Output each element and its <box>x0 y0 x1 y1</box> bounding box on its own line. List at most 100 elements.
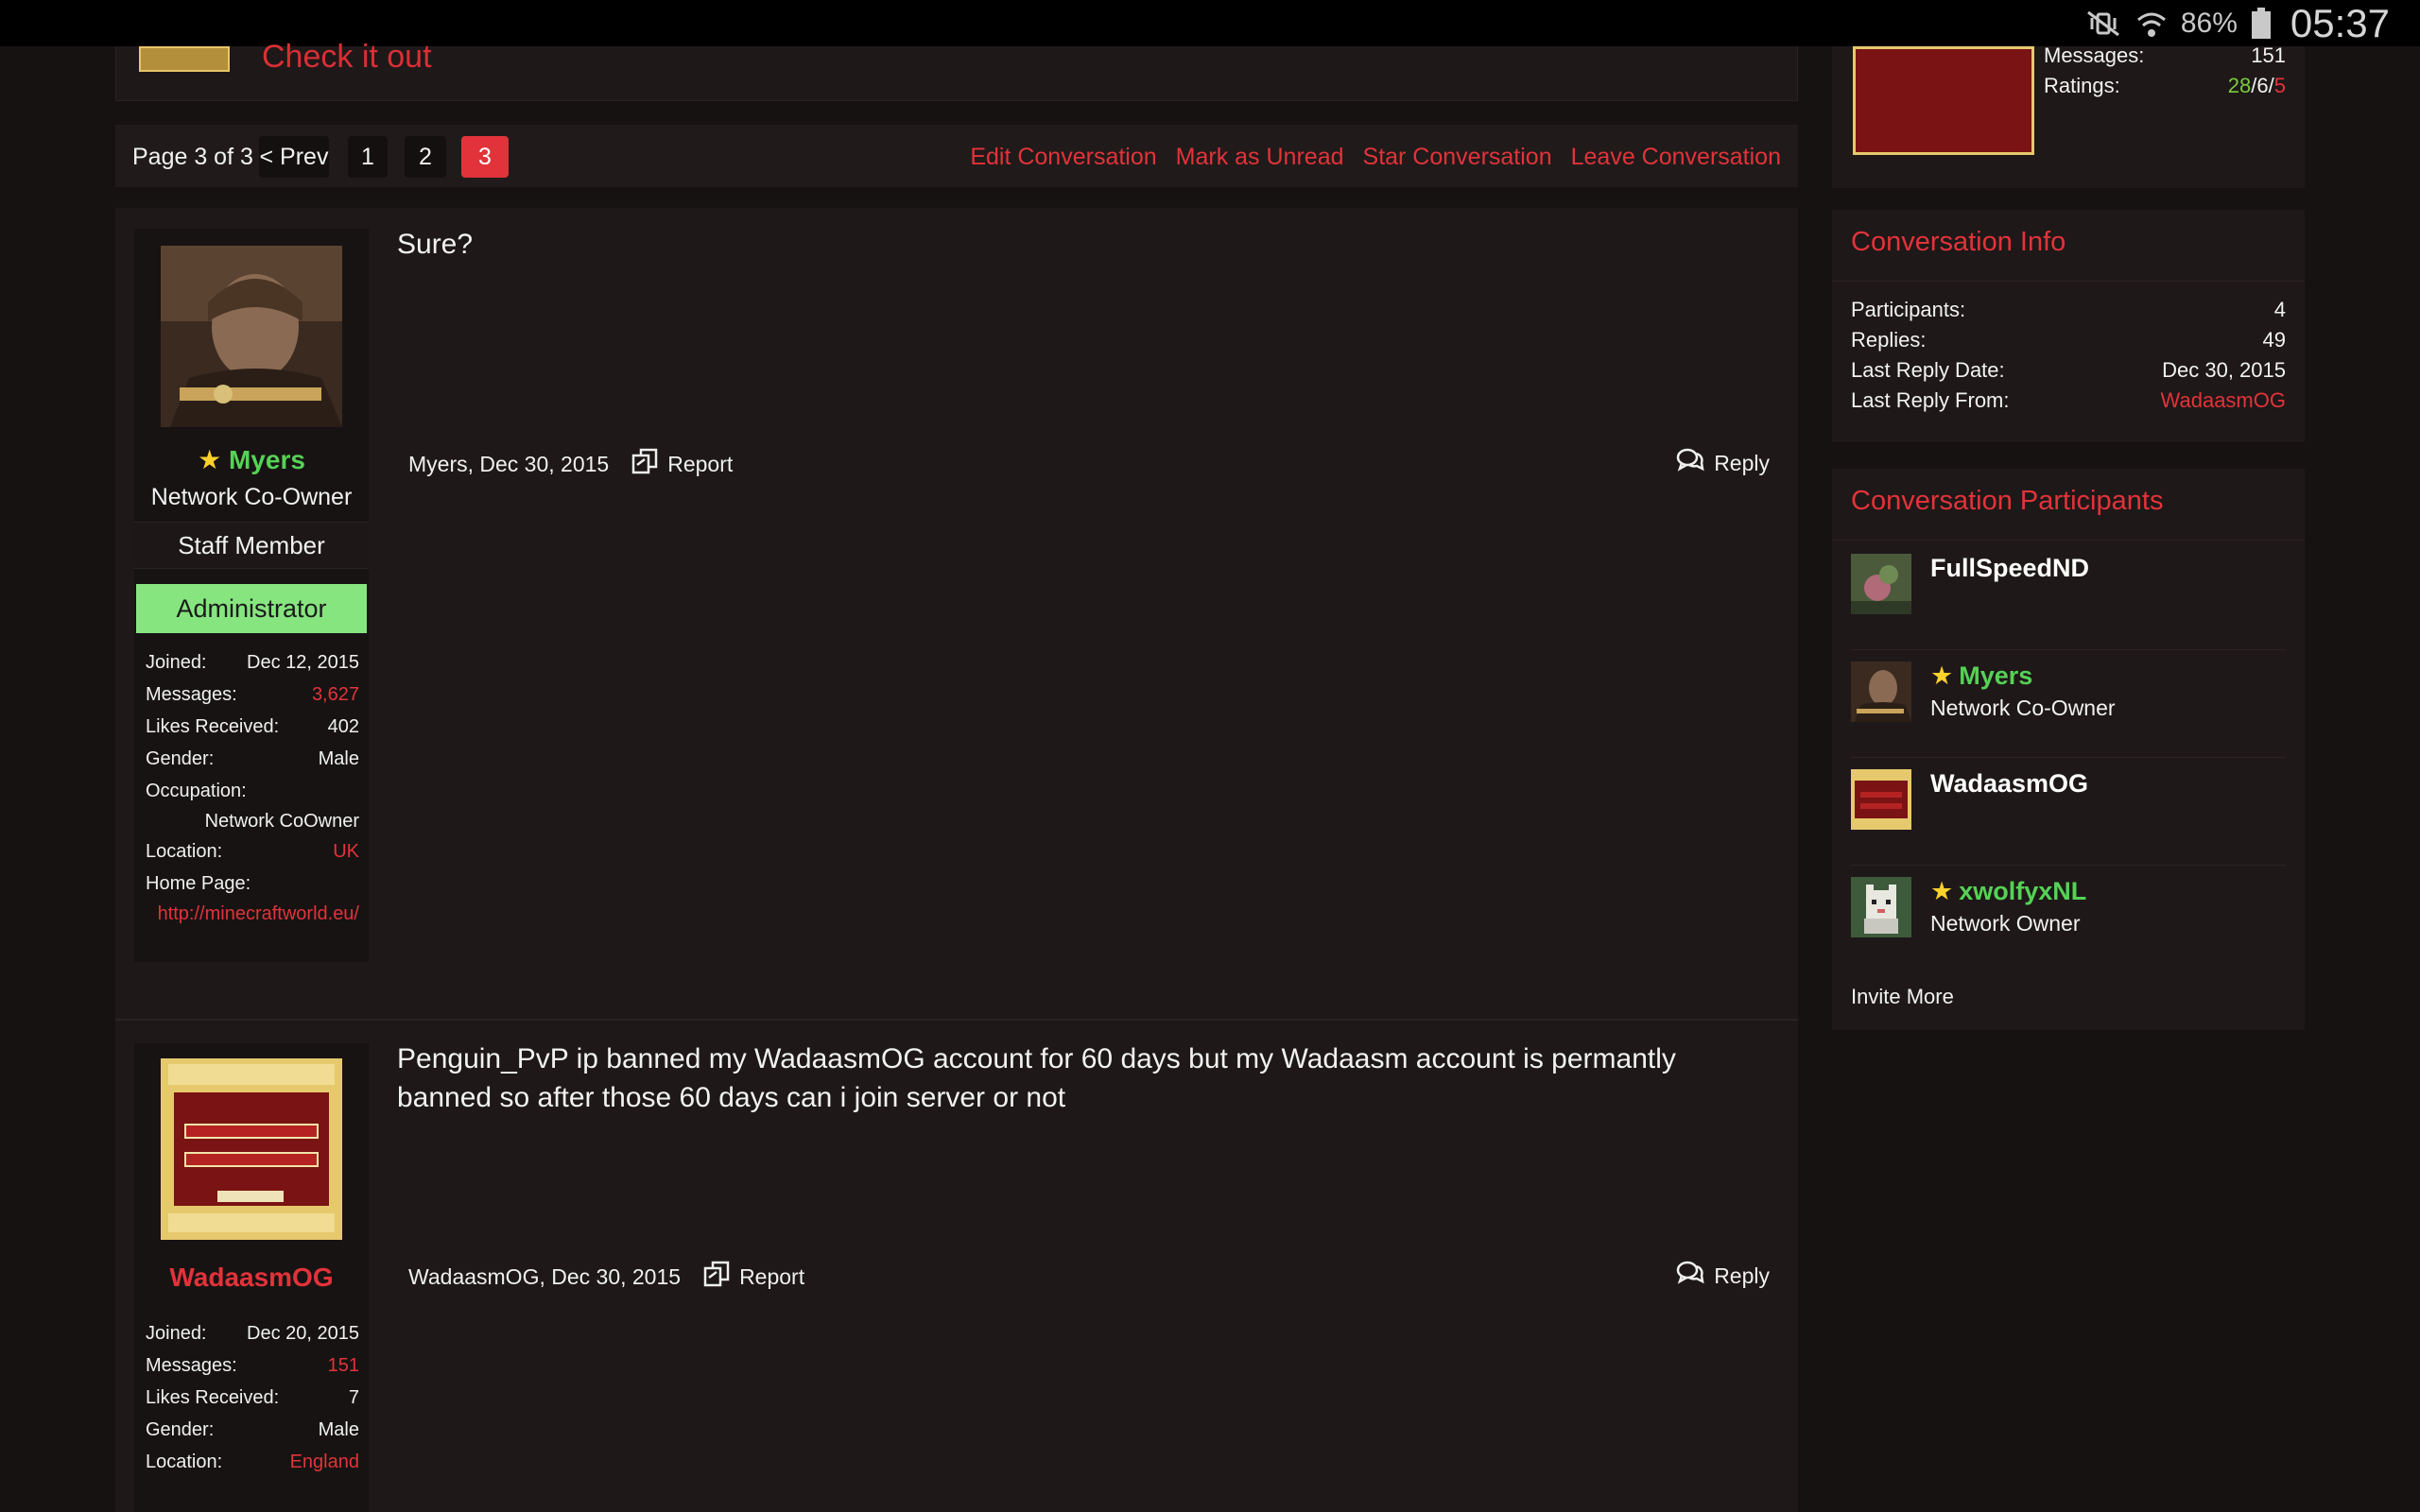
detail-label: Messages: <box>146 684 237 705</box>
mute-icon <box>2084 9 2122 39</box>
participant-item[interactable]: ★ xwolfyxNL Network Owner <box>1851 866 2286 973</box>
avatar[interactable] <box>161 246 342 427</box>
gender: Male <box>318 748 359 769</box>
homepage-link[interactable]: http://minecraftworld.eu/ <box>146 900 359 928</box>
detail-label: Likes Received: <box>146 716 280 737</box>
avatar[interactable] <box>1851 769 1911 830</box>
clock: 05:37 <box>2290 0 2390 45</box>
likes-count: 402 <box>327 716 359 737</box>
invite-more-link[interactable]: Invite More <box>1851 985 1954 1009</box>
user-stats: Messages: 151 Ratings: 28/6/5 <box>2044 41 2286 101</box>
participant-name[interactable]: FullSpeedND <box>1930 554 2089 583</box>
conversation-participants-title: Conversation Participants <box>1832 469 2305 541</box>
detail-label: Location: <box>146 841 223 862</box>
top-partial-panel: Check it out <box>115 39 1798 101</box>
ratings-value: 28/6/5 <box>2227 74 2286 97</box>
battery-icon <box>2251 7 2272 40</box>
wifi-icon <box>2135 8 2168 40</box>
pagination-bar: Page 3 of 3 < Prev 1 2 3 Edit Conversati… <box>115 125 1798 187</box>
avatar[interactable] <box>1851 877 1911 937</box>
message-post: WadaasmOG Joined: Dec 20, 2015 Messages: 1… <box>115 1021 1798 1512</box>
replies-count: 49 <box>2262 328 2286 352</box>
detail-label: Gender: <box>146 748 215 769</box>
staff-member-banner: Staff Member <box>134 522 369 569</box>
administrator-banner: Administrator <box>136 584 367 633</box>
message-user-info: ★ Myers Network Co-Owner Staff Member Ad… <box>134 229 369 962</box>
location-link[interactable]: England <box>290 1446 359 1478</box>
star-conversation-link[interactable]: Star Conversation <box>1363 144 1552 171</box>
check-it-out-link[interactable]: Check it out <box>262 39 432 76</box>
likes-count: 7 <box>348 1387 359 1408</box>
participant-name[interactable]: WadaasmOG <box>1930 769 2088 799</box>
star-icon: ★ <box>1930 662 1954 690</box>
edit-conversation-link[interactable]: Edit Conversation <box>970 144 1156 171</box>
detail-label: Home Page: <box>146 873 251 894</box>
report-icon <box>703 1261 730 1293</box>
reply-button[interactable]: Reply <box>1676 1261 1770 1291</box>
message-meta: Myers, Dec 30, 2015 Report <box>408 448 733 480</box>
participant-name[interactable]: ★ Myers <box>1930 662 2032 691</box>
conversation-participants-panel: Conversation Participants FullSpeedND ★ … <box>1832 469 2305 1030</box>
participant-item[interactable]: FullSpeedND <box>1851 542 2286 650</box>
report-icon <box>631 448 658 480</box>
reply-label: Reply <box>1714 1263 1770 1288</box>
messages-count-link[interactable]: 151 <box>328 1349 359 1382</box>
report-button[interactable]: Report <box>631 448 733 480</box>
promo-thumbnail[interactable] <box>139 46 230 72</box>
avatar[interactable] <box>161 1058 342 1240</box>
message-author-date[interactable]: WadaasmOG, Dec 30, 2015 <box>408 1264 681 1290</box>
last-reply-from-link[interactable]: WadaasmOG <box>2161 386 2286 416</box>
message-author-date[interactable]: Myers, Dec 30, 2015 <box>408 452 609 477</box>
reply-icon <box>1676 448 1704 478</box>
username-wadaasmog[interactable]: WadaasmOG <box>134 1263 369 1293</box>
detail-label: Location: <box>146 1452 223 1472</box>
reply-icon <box>1676 1261 1704 1291</box>
reply-label: Reply <box>1714 450 1770 475</box>
participant-item[interactable]: WadaasmOG <box>1851 758 2286 866</box>
user-details: Joined: Dec 20, 2015 Messages: 151 Likes R… <box>146 1317 359 1478</box>
last-reply-date: Dec 30, 2015 <box>2162 358 2286 382</box>
messages-count-link[interactable]: 3,627 <box>312 679 359 711</box>
leave-conversation-link[interactable]: Leave Conversation <box>1571 144 1781 171</box>
participant-title: Network Owner <box>1930 911 2081 936</box>
participants-count: 4 <box>2273 298 2286 321</box>
page-3-button[interactable]: 3 <box>461 136 509 178</box>
avatar[interactable] <box>1851 662 1911 722</box>
message-post: ★ Myers Network Co-Owner Staff Member Ad… <box>115 208 1798 1019</box>
occupation: Network CoOwner <box>204 811 359 832</box>
detail-label: Gender: <box>146 1419 215 1440</box>
page-2-button[interactable]: 2 <box>405 136 446 178</box>
mark-unread-link[interactable]: Mark as Unread <box>1176 144 1344 171</box>
user-title: Network Co-Owner <box>150 484 353 510</box>
sidebar-user-card: Messages: 151 Ratings: 28/6/5 <box>1832 43 2305 188</box>
report-button[interactable]: Report <box>703 1261 804 1293</box>
detail-label: Joined: <box>146 1323 207 1344</box>
joined-date: Dec 20, 2015 <box>247 1323 359 1344</box>
page-1-button[interactable]: 1 <box>348 136 388 178</box>
gender: Male <box>318 1419 359 1440</box>
report-label: Report <box>739 1263 805 1289</box>
avatar[interactable] <box>1851 554 1911 614</box>
reply-button[interactable]: Reply <box>1676 448 1770 478</box>
username-myers[interactable]: ★ Myers <box>134 444 369 475</box>
location-link[interactable]: UK <box>333 835 359 868</box>
detail-label: Occupation: <box>146 781 247 801</box>
conversation-actions: Edit Conversation Mark as Unread Star Co… <box>970 144 1781 171</box>
message-user-info: WadaasmOG Joined: Dec 20, 2015 Messages: 1… <box>134 1043 369 1512</box>
message-text: Sure? <box>397 229 474 260</box>
detail-label: Joined: <box>146 652 207 673</box>
detail-label: Messages: <box>146 1355 237 1376</box>
conversation-info-panel: Conversation Info Participants: 4 Replies… <box>1832 210 2305 442</box>
message-meta: WadaasmOG, Dec 30, 2015 Report <box>408 1261 804 1293</box>
prev-page-button[interactable]: < Prev <box>259 136 329 178</box>
joined-date: Dec 12, 2015 <box>247 652 359 673</box>
participant-name[interactable]: ★ xwolfyxNL <box>1930 877 2086 906</box>
participant-item[interactable]: ★ Myers Network Co-Owner <box>1851 650 2286 758</box>
user-banner-thumbnail[interactable] <box>1853 46 2034 155</box>
detail-label: Likes Received: <box>146 1387 280 1408</box>
battery-percent: 86% <box>2180 7 2238 39</box>
star-icon: ★ <box>198 445 222 474</box>
star-icon: ★ <box>1930 877 1954 905</box>
report-label: Report <box>667 451 734 476</box>
participant-title: Network Co-Owner <box>1930 696 2116 720</box>
